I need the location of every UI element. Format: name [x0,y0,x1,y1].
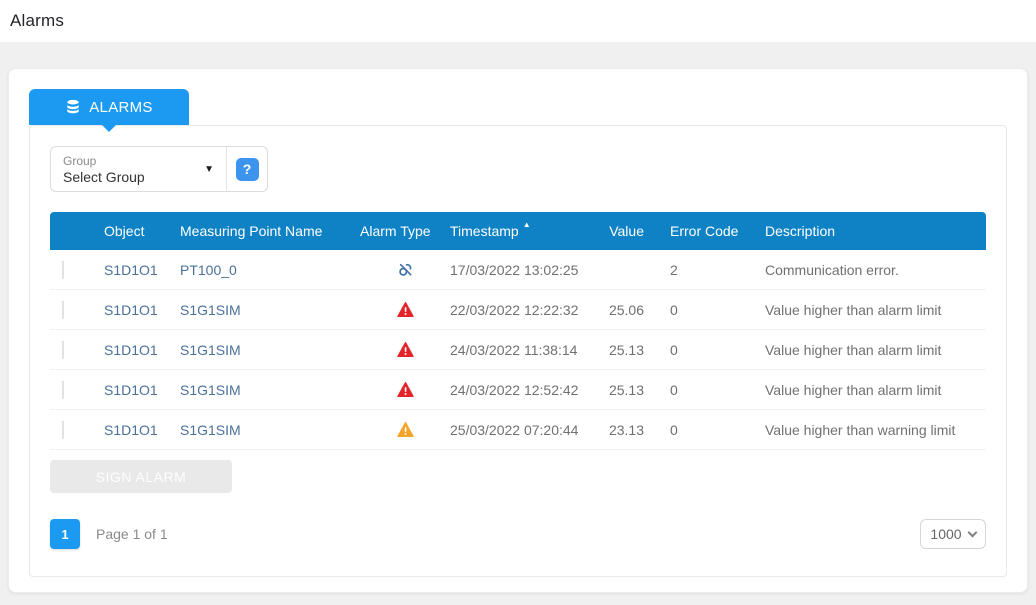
measuring-point-link[interactable]: S1G1SIM [180,302,360,318]
measuring-point-link[interactable]: S1G1SIM [180,342,360,358]
row-checkbox-cell [50,421,94,439]
table-row: S1D1O1S1G1SIM 24/03/2022 11:38:1425.130Va… [50,330,986,370]
pagination: 1 Page 1 of 1 1000 [50,519,986,549]
description-cell: Value higher than alarm limit [765,342,986,358]
column-header-measuring-point[interactable]: Measuring Point Name [180,223,360,239]
database-icon [65,99,81,115]
alarms-panel: Group Select Group ▼ ? Obje [29,125,1007,577]
table-row: S1D1O1S1G1SIM 24/03/2022 12:52:4225.130Va… [50,370,986,410]
timestamp-cell: 25/03/2022 07:20:44 [450,422,602,438]
table-body: S1D1O1PT100_017/03/2022 13:02:252Communi… [50,250,986,450]
page-title: Alarms [10,11,64,31]
timestamp-cell: 22/03/2022 12:22:32 [450,302,602,318]
measuring-point-link[interactable]: S1G1SIM [180,382,360,398]
row-checkbox[interactable] [62,421,64,439]
tab-alarms[interactable]: ALARMS [29,89,189,125]
page-summary: Page 1 of 1 [96,526,168,542]
help-icon: ? [236,158,259,181]
communication-error-icon [360,261,450,278]
value-cell: 23.13 [602,422,650,438]
page-size-select[interactable]: 1000 [920,519,986,549]
table-row: S1D1O1S1G1SIM 25/03/2022 07:20:4423.130Va… [50,410,986,450]
group-label: Group [63,154,145,168]
value-cell: 25.06 [602,302,650,318]
object-link[interactable]: S1D1O1 [94,422,180,438]
timestamp-cell: 24/03/2022 12:52:42 [450,382,602,398]
error-code-cell: 0 [650,302,765,318]
object-link[interactable]: S1D1O1 [94,262,180,278]
row-checkbox[interactable] [62,341,64,359]
row-checkbox[interactable] [62,301,64,319]
caret-down-icon: ▼ [204,164,214,175]
tab-alarms-label: ALARMS [89,99,153,116]
group-selected-value: Select Group [63,169,145,185]
page-background: ALARMS Group Select Group ▼ ? [0,42,1036,605]
value-cell: 25.13 [602,382,650,398]
alarm-icon [360,302,450,317]
table-header-row: Object Measuring Point Name Alarm Type T… [50,212,986,250]
object-link[interactable]: S1D1O1 [94,302,180,318]
description-cell: Value higher than alarm limit [765,382,986,398]
row-checkbox[interactable] [62,381,64,399]
column-header-timestamp[interactable]: Timestamp▲ [450,223,602,239]
group-help-button[interactable]: ? [227,147,267,191]
row-checkbox-cell [50,341,94,359]
object-link[interactable]: S1D1O1 [94,342,180,358]
alarm-icon [360,382,450,397]
column-header-alarm-type[interactable]: Alarm Type [360,223,450,239]
row-checkbox-cell [50,301,94,319]
alarms-card: ALARMS Group Select Group ▼ ? [8,68,1028,593]
description-cell: Value higher than warning limit [765,422,986,438]
measuring-point-link[interactable]: S1G1SIM [180,422,360,438]
group-filter: Group Select Group ▼ ? [50,146,268,192]
column-header-object[interactable]: Object [94,223,180,239]
warning-icon [360,422,450,437]
description-cell: Communication error. [765,262,986,278]
alarm-icon [360,342,450,357]
timestamp-cell: 24/03/2022 11:38:14 [450,342,602,358]
row-checkbox-cell [50,261,94,279]
tab-pointer [101,124,117,132]
column-header-description[interactable]: Description [765,223,986,239]
row-checkbox-cell [50,381,94,399]
timestamp-cell: 17/03/2022 13:02:25 [450,262,602,278]
page-1-button[interactable]: 1 [50,519,80,549]
error-code-cell: 0 [650,342,765,358]
alarms-table: Object Measuring Point Name Alarm Type T… [50,212,986,450]
error-code-cell: 0 [650,382,765,398]
column-header-value[interactable]: Value [602,223,650,239]
chevron-down-icon [967,527,977,537]
error-code-cell: 0 [650,422,765,438]
row-checkbox[interactable] [62,261,64,279]
page-size-value: 1000 [930,526,961,542]
sign-alarm-button[interactable]: SIGN ALARM [50,460,232,493]
object-link[interactable]: S1D1O1 [94,382,180,398]
error-code-cell: 2 [650,262,765,278]
description-cell: Value higher than alarm limit [765,302,986,318]
value-cell: 25.13 [602,342,650,358]
sort-ascending-icon: ▲ [523,223,531,229]
table-row: S1D1O1PT100_0 17/03/2022 13:02:25 2Communi… [50,250,986,290]
measuring-point-link[interactable]: PT100_0 [180,262,360,278]
table-row: S1D1O1S1G1SIM 22/03/2022 12:22:3225.060Va… [50,290,986,330]
column-header-error-code[interactable]: Error Code [650,223,765,239]
group-select[interactable]: Group Select Group ▼ [51,147,226,191]
top-bar: Alarms [0,0,1036,42]
